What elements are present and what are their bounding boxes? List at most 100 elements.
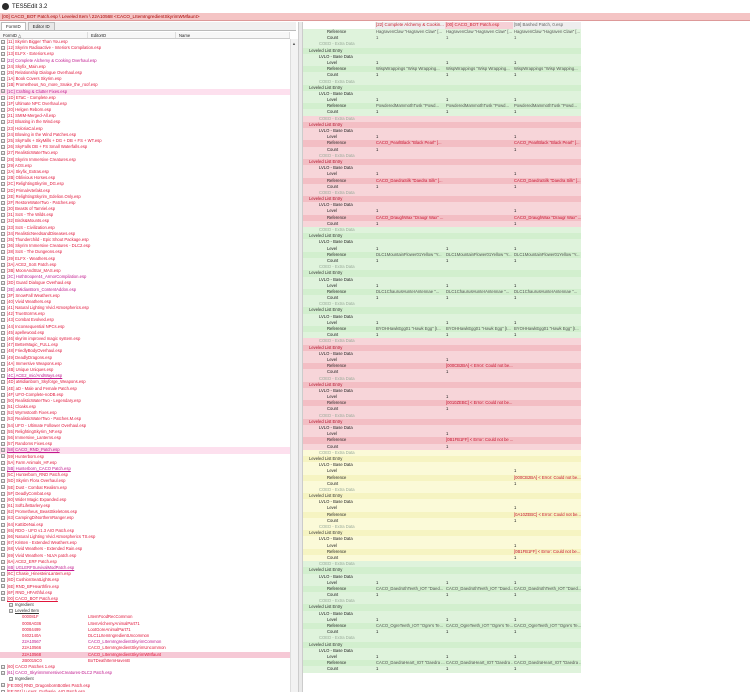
expand-toggle-icon[interactable]: + <box>1 157 5 162</box>
expand-toggle-icon[interactable]: + <box>1 262 5 267</box>
expand-toggle-icon[interactable]: + <box>1 528 5 533</box>
expand-toggle-icon[interactable]: + <box>1 231 5 236</box>
expand-toggle-icon[interactable]: + <box>1 417 5 422</box>
expand-toggle-icon[interactable]: + <box>1 151 5 156</box>
expand-toggle-icon[interactable]: + <box>1 182 5 187</box>
expand-toggle-icon[interactable]: + <box>1 404 5 409</box>
expand-toggle-icon[interactable]: + <box>1 256 5 261</box>
header-plugin-22[interactable]: [22] Complete Alchemy & Cookin... <box>375 22 445 29</box>
expand-toggle-icon[interactable]: + <box>1 590 5 595</box>
expand-toggle-icon[interactable]: + <box>1 541 5 546</box>
expand-toggle-icon[interactable]: + <box>1 194 5 199</box>
expand-toggle-icon[interactable]: + <box>1 268 5 273</box>
tab-editorid[interactable]: Editor ID <box>27 22 55 30</box>
expand-toggle-icon[interactable]: + <box>1 516 5 521</box>
expand-toggle-icon[interactable]: + <box>1 503 5 508</box>
expand-toggle-icon[interactable]: + <box>1 293 5 298</box>
expand-toggle-icon[interactable]: + <box>1 442 5 447</box>
expand-toggle-icon[interactable]: + <box>1 522 5 527</box>
expand-toggle-icon[interactable]: + <box>1 380 5 385</box>
expand-toggle-icon[interactable]: + <box>1 188 5 193</box>
expand-toggle-icon[interactable]: + <box>1 411 5 416</box>
expand-toggle-icon[interactable]: + <box>1 237 5 242</box>
expand-toggle-icon[interactable]: + <box>1 534 5 539</box>
expand-toggle-icon[interactable]: + <box>1 349 5 354</box>
expand-toggle-icon[interactable]: + <box>1 219 5 224</box>
expand-toggle-icon[interactable]: + <box>1 547 5 552</box>
expand-toggle-icon[interactable]: + <box>1 101 5 106</box>
header-plugin-00[interactable]: [00] CACO_BOT Patch.esp <box>445 22 513 29</box>
scroll-up-arrow-icon[interactable]: ▲ <box>292 41 296 46</box>
expand-toggle-icon[interactable]: + <box>1 671 5 676</box>
expand-toggle-icon[interactable]: + <box>1 565 5 570</box>
expand-toggle-icon[interactable]: + <box>1 324 5 329</box>
expand-toggle-icon[interactable]: + <box>1 114 5 119</box>
expand-toggle-icon[interactable]: + <box>1 318 5 323</box>
expand-toggle-icon[interactable]: + <box>1 330 5 335</box>
expand-toggle-icon[interactable]: + <box>1 169 5 174</box>
value-plugin-00[interactable]: 1 <box>445 666 513 673</box>
column-formid[interactable]: FormID △ <box>0 32 88 38</box>
expand-toggle-icon[interactable]: + <box>1 70 5 75</box>
expand-toggle-icon[interactable]: + <box>9 609 13 614</box>
expand-toggle-icon[interactable]: + <box>1 275 5 280</box>
expand-toggle-icon[interactable]: + <box>1 287 5 292</box>
expand-toggle-icon[interactable]: + <box>1 392 5 397</box>
expand-toggle-icon[interactable]: + <box>1 559 5 564</box>
expand-toggle-icon[interactable]: + <box>1 367 5 372</box>
tree-scrollbar[interactable]: ▲ <box>290 39 298 692</box>
expand-toggle-icon[interactable]: + <box>1 64 5 69</box>
expand-toggle-icon[interactable]: + <box>1 244 5 249</box>
expand-toggle-icon[interactable]: + <box>1 52 5 57</box>
value-plugin-59[interactable]: 1 <box>513 666 581 673</box>
expand-toggle-icon[interactable]: + <box>1 553 5 558</box>
expand-toggle-icon[interactable]: + <box>1 473 5 478</box>
expand-toggle-icon[interactable]: + <box>1 596 5 601</box>
expand-toggle-icon[interactable]: + <box>1 374 5 379</box>
expand-toggle-icon[interactable]: + <box>1 163 5 168</box>
expand-toggle-icon[interactable]: + <box>1 46 5 51</box>
expand-toggle-icon[interactable]: + <box>1 299 5 304</box>
expand-toggle-icon[interactable]: + <box>1 145 5 150</box>
expand-toggle-icon[interactable]: + <box>1 460 5 465</box>
expand-toggle-icon[interactable]: + <box>1 343 5 348</box>
expand-toggle-icon[interactable]: + <box>1 423 5 428</box>
expand-toggle-icon[interactable]: + <box>1 510 5 515</box>
expand-toggle-icon[interactable]: + <box>1 355 5 360</box>
expand-toggle-icon[interactable]: + <box>1 683 5 688</box>
expand-toggle-icon[interactable]: + <box>1 435 5 440</box>
expand-toggle-icon[interactable]: + <box>1 206 5 211</box>
record-view[interactable]: [22] Complete Alchemy & Cookin... [00] C… <box>303 22 750 692</box>
expand-toggle-icon[interactable]: + <box>1 584 5 589</box>
column-name[interactable]: Name <box>176 32 290 38</box>
expand-toggle-icon[interactable]: + <box>1 485 5 490</box>
expand-toggle-icon[interactable]: + <box>1 305 5 310</box>
expand-toggle-icon[interactable]: + <box>1 95 5 100</box>
value-plugin-22[interactable]: 1 <box>375 666 445 673</box>
expand-toggle-icon[interactable]: + <box>1 429 5 434</box>
expand-toggle-icon[interactable]: + <box>1 138 5 143</box>
expand-toggle-icon[interactable]: + <box>1 213 5 218</box>
expand-toggle-icon[interactable]: + <box>1 39 5 44</box>
expand-toggle-icon[interactable]: + <box>1 664 5 669</box>
plugin-tree[interactable]: + [11] Skyrim Bigger Than You.esp + [12] Sk… <box>0 39 290 692</box>
expand-toggle-icon[interactable]: + <box>9 677 13 682</box>
expand-toggle-icon[interactable]: + <box>1 132 5 137</box>
expand-toggle-icon[interactable]: + <box>1 77 5 82</box>
expand-toggle-icon[interactable]: + <box>1 83 5 88</box>
tab-formid[interactable]: FormID <box>1 22 26 30</box>
expand-toggle-icon[interactable]: + <box>1 491 5 496</box>
expand-toggle-icon[interactable]: + <box>1 312 5 317</box>
expand-toggle-icon[interactable]: + <box>1 479 5 484</box>
expand-toggle-icon[interactable]: + <box>1 448 5 453</box>
expand-toggle-icon[interactable]: + <box>1 454 5 459</box>
expand-toggle-icon[interactable]: + <box>1 398 5 403</box>
expand-toggle-icon[interactable]: + <box>1 176 5 181</box>
expand-toggle-icon[interactable]: + <box>1 225 5 230</box>
expand-toggle-icon[interactable]: + <box>1 58 5 63</box>
expand-toggle-icon[interactable]: + <box>9 602 13 607</box>
expand-toggle-icon[interactable]: + <box>1 107 5 112</box>
expand-toggle-icon[interactable]: + <box>1 120 5 125</box>
expand-toggle-icon[interactable]: + <box>1 361 5 366</box>
expand-toggle-icon[interactable]: + <box>1 466 5 471</box>
